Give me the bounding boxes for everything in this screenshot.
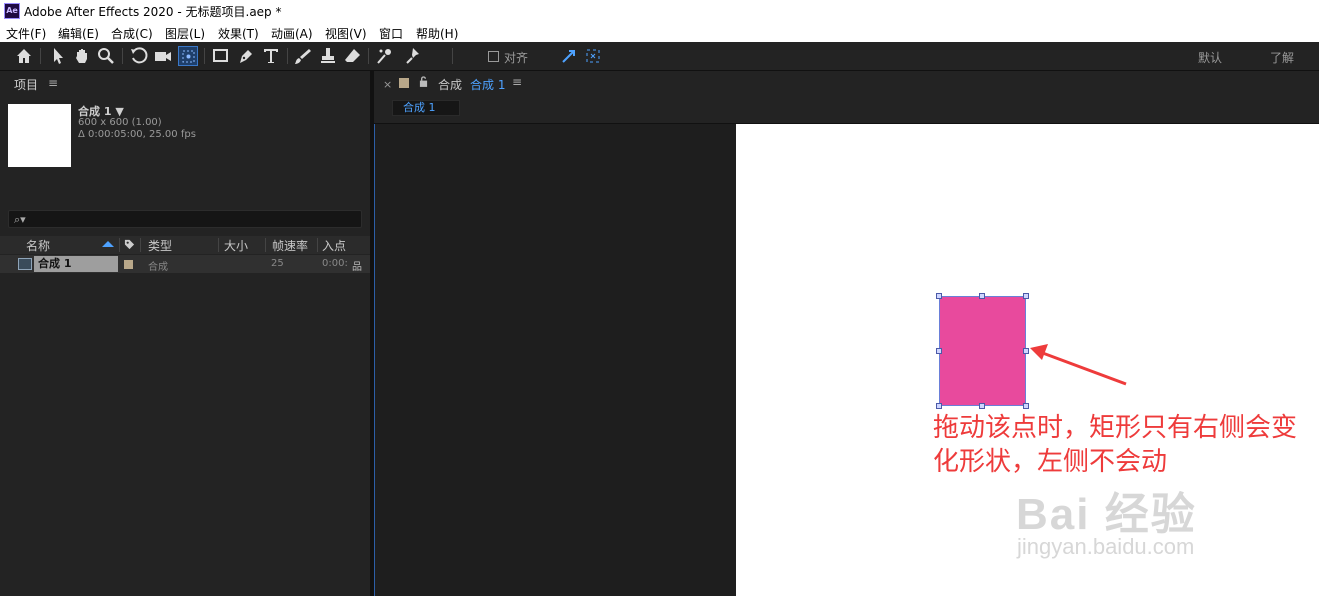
- comp-info-size: 600 x 600 (1.00): [78, 117, 162, 128]
- composition-tab-prefix: 合成: [438, 78, 463, 92]
- pen-icon[interactable]: [236, 46, 256, 66]
- menu-window[interactable]: 窗口: [379, 25, 403, 42]
- column-type[interactable]: 类型: [148, 237, 172, 254]
- composition-viewer[interactable]: 拖动该点时，矩形只有右侧会变化形状，左侧不会动 Bai 经验 jingyan.b…: [374, 124, 1319, 596]
- handle-bottom-left[interactable]: [936, 403, 942, 409]
- composition-icon: [18, 258, 32, 270]
- snap-features-icon[interactable]: [583, 46, 603, 66]
- roto-brush-icon[interactable]: [375, 46, 395, 66]
- annotation-arrow: [1030, 344, 1127, 386]
- brush-icon[interactable]: [293, 46, 313, 66]
- column-separator: [265, 238, 266, 252]
- panel-menu-icon[interactable]: ≡: [512, 75, 522, 89]
- search-icon: ⌕▾: [14, 213, 26, 226]
- comp-info-duration: Δ 0:00:05:00, 25.00 fps: [78, 129, 196, 140]
- toolbar-separator: [287, 48, 288, 64]
- camera-icon[interactable]: [153, 46, 173, 66]
- clone-stamp-icon[interactable]: [318, 46, 338, 66]
- label-color-swatch[interactable]: [124, 260, 133, 269]
- workspace-learn[interactable]: 了解: [1270, 49, 1294, 66]
- after-effects-app-icon: Ae: [4, 3, 20, 19]
- eraser-icon[interactable]: [343, 46, 363, 66]
- project-item-row[interactable]: 合成 1 合成 25 0:00: 品: [0, 255, 370, 273]
- rectangle-icon[interactable]: [211, 46, 231, 66]
- title-bar: Ae Adobe After Effects 2020 - 无标题项目.aep …: [0, 0, 1319, 22]
- column-in-point[interactable]: 入点: [322, 237, 346, 254]
- column-frame-rate[interactable]: 帧速率: [272, 237, 308, 254]
- handle-top-center[interactable]: [979, 293, 985, 299]
- sort-ascending-icon: [102, 241, 114, 247]
- menu-help[interactable]: 帮助(H): [416, 25, 458, 42]
- menu-view[interactable]: 视图(V): [325, 25, 367, 42]
- project-panel: 项目 ≡ 合成 1 ▼ 600 x 600 (1.00) Δ 0:00:05:0…: [0, 71, 370, 596]
- menu-file[interactable]: 文件(F): [6, 25, 46, 42]
- rectangle-shape-layer[interactable]: [939, 296, 1026, 406]
- project-item-in-point: 0:00:: [322, 258, 348, 269]
- comp-canvas[interactable]: 拖动该点时，矩形只有右侧会变化形状，左侧不会动 Bai 经验 jingyan.b…: [736, 124, 1319, 596]
- flowchart-icon[interactable]: 品: [352, 258, 362, 273]
- project-tab[interactable]: 项目: [14, 76, 38, 93]
- column-separator: [218, 238, 219, 252]
- puppet-pin-icon[interactable]: [404, 46, 424, 66]
- project-item-name[interactable]: 合成 1: [34, 256, 118, 272]
- toolbar-separator: [40, 48, 41, 64]
- workspace-default[interactable]: 默认: [1198, 49, 1222, 66]
- tools-toolbar: 对齐 默认 了解: [0, 42, 1319, 71]
- menu-animation[interactable]: 动画(A): [271, 25, 313, 42]
- comp-thumbnail: [8, 104, 71, 167]
- project-item-type: 合成: [148, 262, 168, 273]
- pan-behind-icon[interactable]: [178, 46, 198, 66]
- menu-edit[interactable]: 编辑(E): [58, 25, 99, 42]
- baidu-watermark-url: jingyan.baidu.com: [1017, 534, 1195, 559]
- rotate-icon[interactable]: [129, 46, 149, 66]
- menu-bar: 文件(F) 编辑(E) 合成(C) 图层(L) 效果(T) 动画(A) 视图(V…: [0, 22, 1319, 42]
- column-separator: [317, 238, 318, 252]
- composition-tab-name[interactable]: 合成 1: [470, 76, 505, 93]
- comp-flow-tab[interactable]: 合成 1: [392, 100, 460, 116]
- handle-top-right[interactable]: [1023, 293, 1029, 299]
- project-search-input[interactable]: ⌕▾: [8, 210, 362, 228]
- column-name[interactable]: 名称: [26, 237, 50, 254]
- snap-edges-icon[interactable]: [559, 46, 579, 66]
- handle-bottom-right[interactable]: [1023, 403, 1029, 409]
- menu-layer[interactable]: 图层(L): [165, 25, 205, 42]
- project-column-header: 名称 类型 大小 帧速率 入点: [0, 236, 370, 254]
- hand-icon[interactable]: [72, 46, 92, 66]
- handle-middle-left[interactable]: [936, 348, 942, 354]
- toolbar-separator: [122, 48, 123, 64]
- project-item-fps: 25: [271, 258, 284, 269]
- close-icon[interactable]: ×: [383, 78, 392, 91]
- handle-top-left[interactable]: [936, 293, 942, 299]
- column-size[interactable]: 大小: [224, 237, 248, 254]
- baidu-watermark: Bai 经验: [1016, 490, 1197, 539]
- annotation-text: 拖动该点时，矩形只有右侧会变化形状，左侧不会动: [933, 413, 1298, 477]
- toolbar-separator: [204, 48, 205, 64]
- comp-label-swatch: [399, 78, 409, 88]
- snapping-label: 对齐: [504, 51, 529, 65]
- handle-bottom-center[interactable]: [979, 403, 985, 409]
- column-separator: [140, 238, 141, 252]
- composition-panel-header: × 合成 合成 1 ≡ 合成 1: [374, 71, 1319, 124]
- menu-effect[interactable]: 效果(T): [218, 25, 259, 42]
- menu-composition[interactable]: 合成(C): [111, 25, 153, 42]
- snapping-checkbox[interactable]: [488, 51, 499, 62]
- home-icon[interactable]: [14, 46, 34, 66]
- label-tag-icon[interactable]: [124, 239, 135, 250]
- toolbar-separator: [368, 48, 369, 64]
- selection-icon[interactable]: [48, 46, 68, 66]
- window-title: Adobe After Effects 2020 - 无标题项目.aep *: [24, 5, 282, 19]
- type-icon[interactable]: [261, 46, 281, 66]
- lock-icon[interactable]: [419, 76, 428, 90]
- column-separator: [119, 238, 120, 252]
- panel-menu-icon[interactable]: ≡: [48, 76, 58, 90]
- toolbar-separator: [452, 48, 453, 64]
- zoom-icon[interactable]: [96, 46, 116, 66]
